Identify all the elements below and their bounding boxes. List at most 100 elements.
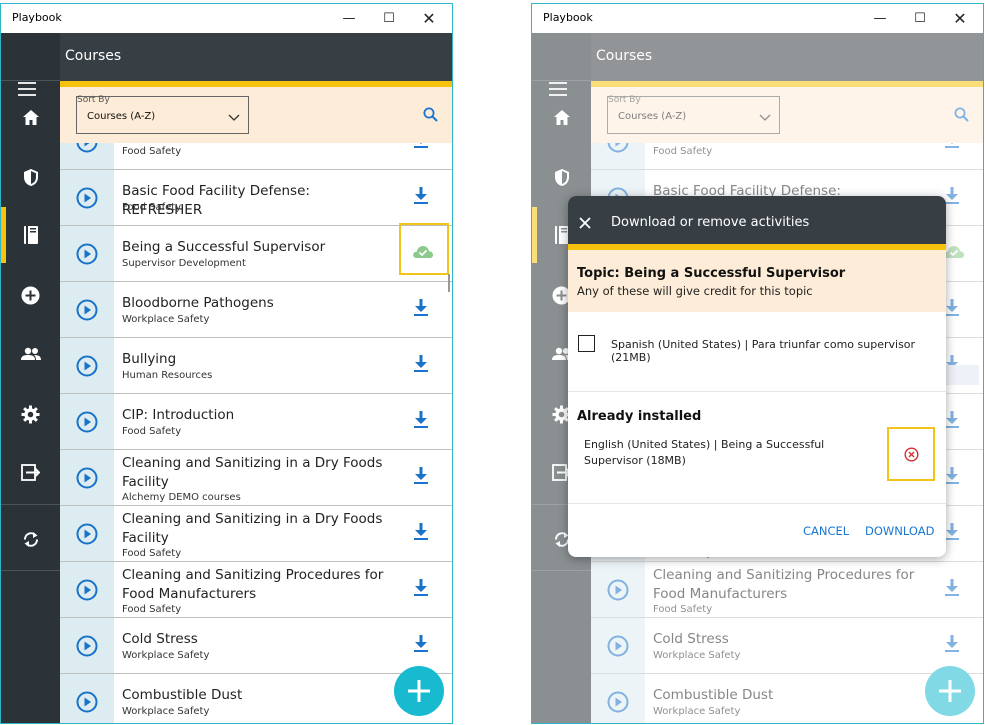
dialog-actions: CANCEL DOWNLOAD <box>568 514 946 544</box>
sign-out-icon[interactable] <box>1 444 60 500</box>
course-title: Cleaning and Sanitizing in a Dry Foods F… <box>122 455 383 490</box>
course-row[interactable]: Food Safety <box>60 143 452 170</box>
installed-item-label: English (United States) | Being a Succes… <box>584 438 825 467</box>
course-category: Supervisor Development <box>122 258 246 269</box>
download-icon[interactable] <box>414 299 428 320</box>
sort-dropdown[interactable]: Sort By Courses (A-Z) <box>76 95 249 134</box>
course-row[interactable]: CIP: Introduction Food Safety <box>60 394 452 450</box>
installed-section: Already installed English (United States)… <box>568 392 946 504</box>
course-row[interactable]: Cleaning and Sanitizing Procedures for F… <box>60 562 452 618</box>
activity-option[interactable]: Spanish (United States) | Para triunfar … <box>568 312 946 392</box>
download-icon[interactable] <box>414 187 428 208</box>
dialog-title: Download or remove activities <box>611 215 810 230</box>
close-button[interactable]: ✕ <box>938 4 982 33</box>
download-icon[interactable] <box>414 355 428 376</box>
list-scrollbar[interactable] <box>448 274 450 292</box>
download-icon[interactable] <box>414 143 428 152</box>
play-icon[interactable] <box>60 338 114 393</box>
course-title: CIP: Introduction <box>122 407 235 423</box>
course-category: Alchemy DEMO courses <box>122 492 241 503</box>
course-category: Human Resources <box>122 370 213 381</box>
play-icon[interactable] <box>60 450 114 505</box>
course-list: Food Safety Basic Food Facility Defense:… <box>60 143 452 723</box>
sort-label: Sort By <box>77 95 110 105</box>
window-title: Playbook <box>12 11 62 24</box>
play-icon[interactable] <box>60 282 114 337</box>
installed-highlight-frame <box>399 223 449 275</box>
shield-icon[interactable] <box>1 149 60 205</box>
play-icon[interactable] <box>60 143 114 169</box>
download-icon[interactable] <box>414 411 428 432</box>
people-icon[interactable] <box>1 326 60 382</box>
close-button[interactable]: ✕ <box>407 4 451 33</box>
sort-value: Courses (A-Z) <box>87 111 156 122</box>
minimize-button[interactable]: — <box>858 4 902 33</box>
course-category: Workplace Safety <box>122 314 210 325</box>
cancel-button[interactable]: CANCEL <box>803 524 849 538</box>
course-title: Combustible Dust <box>122 687 243 703</box>
close-icon[interactable] <box>579 214 591 233</box>
option-label: Spanish (United States) | Para triunfar … <box>611 338 916 364</box>
rail-divider <box>1 570 60 571</box>
course-row[interactable]: Cold Stress Workplace Safety <box>60 618 452 674</box>
course-row[interactable]: Bullying Human Resources <box>60 338 452 394</box>
course-category: Workplace Safety <box>122 706 210 717</box>
course-category: Workplace Safety <box>122 650 210 661</box>
download-icon[interactable] <box>414 579 428 600</box>
course-category: Food Safety <box>122 202 182 213</box>
option-checkbox[interactable] <box>578 335 595 352</box>
course-category: Food Safety <box>122 146 182 157</box>
course-row[interactable]: Combustible Dust Workplace Safety <box>60 674 452 723</box>
title-bar: Playbook — ☐ ✕ <box>532 4 983 33</box>
course-title: Cleaning and Sanitizing in a Dry Foods F… <box>122 511 383 546</box>
minimize-button[interactable]: — <box>327 4 371 33</box>
settings-gear-icon[interactable] <box>1 386 60 442</box>
page-title: Courses <box>65 48 122 64</box>
course-row[interactable]: Basic Food Facility Defense: REFRESHER F… <box>60 170 452 226</box>
course-row[interactable]: Cleaning and Sanitizing in a Dry Foods F… <box>60 506 452 562</box>
play-icon[interactable] <box>60 394 114 449</box>
dialog-header: Download or remove activities <box>568 196 946 250</box>
course-category: Food Safety <box>122 604 182 615</box>
course-title: Basic Food Facility Defense: REFRESHER <box>122 183 310 218</box>
course-row[interactable]: Being a Successful Supervisor Supervisor… <box>60 226 452 282</box>
topic-section: Topic: Being a Successful Supervisor Any … <box>568 250 946 312</box>
search-icon[interactable] <box>423 107 438 126</box>
play-icon[interactable] <box>60 226 114 281</box>
play-icon[interactable] <box>60 170 114 225</box>
rail-divider <box>1 504 60 505</box>
title-bar: Playbook — ☐ ✕ <box>1 4 452 33</box>
download-dialog: Download or remove activities Topic: Bein… <box>568 196 946 557</box>
play-icon[interactable] <box>60 506 114 561</box>
add-fab-button[interactable] <box>394 666 444 716</box>
rail-divider <box>1 80 60 81</box>
maximize-button[interactable]: ☐ <box>898 4 942 33</box>
course-title: Cold Stress <box>122 631 198 647</box>
download-icon[interactable] <box>414 523 428 544</box>
play-icon[interactable] <box>60 618 114 673</box>
course-category: Food Safety <box>122 426 182 437</box>
remove-circle-icon[interactable] <box>887 427 935 481</box>
play-icon[interactable] <box>60 674 114 723</box>
app-header: Courses <box>60 33 452 81</box>
nav-rail <box>1 33 60 723</box>
download-button[interactable]: DOWNLOAD <box>865 524 934 538</box>
topic-heading: Topic: Being a Successful Supervisor <box>577 266 846 281</box>
download-icon[interactable] <box>414 467 428 488</box>
window-title: Playbook <box>543 11 593 24</box>
installed-heading: Already installed <box>577 409 702 424</box>
course-title: Cleaning and Sanitizing Procedures for F… <box>122 567 384 602</box>
chevron-down-icon <box>228 107 240 126</box>
course-row[interactable]: Bloodborne Pathogens Workplace Safety <box>60 282 452 338</box>
courses-icon[interactable] <box>1 207 60 263</box>
course-row[interactable]: Cleaning and Sanitizing in a Dry Foods F… <box>60 450 452 506</box>
play-icon[interactable] <box>60 562 114 617</box>
course-category: Food Safety <box>122 548 182 559</box>
sync-icon[interactable] <box>1 511 60 567</box>
add-circle-icon[interactable] <box>1 267 60 323</box>
download-icon[interactable] <box>414 635 428 656</box>
maximize-button[interactable]: ☐ <box>367 4 411 33</box>
sort-bar: Sort By Courses (A-Z) <box>60 81 452 143</box>
home-icon[interactable] <box>1 89 60 145</box>
topic-subtitle: Any of these will give credit for this t… <box>577 284 813 298</box>
